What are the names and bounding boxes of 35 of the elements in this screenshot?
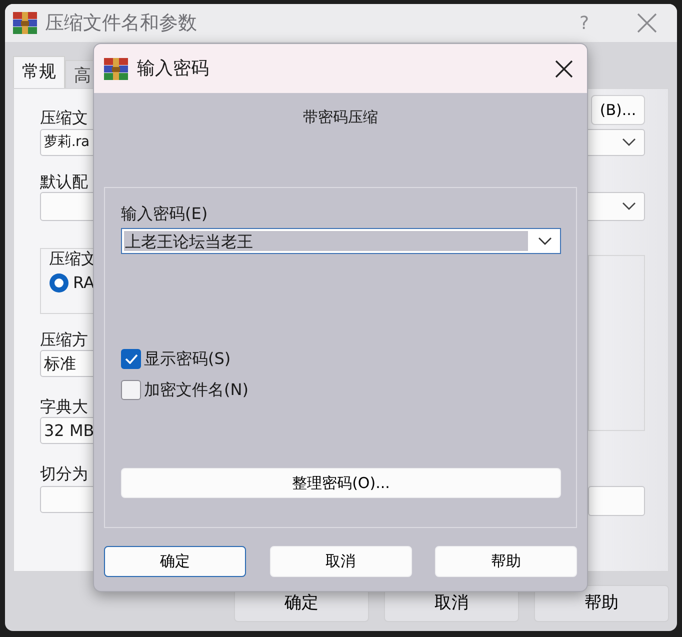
password-text: 上老王论坛当老王 — [124, 231, 528, 251]
password-combo[interactable]: 上老王论坛当老王 — [121, 228, 561, 254]
dialog-title: 输入密码 — [137, 57, 209, 81]
field-label: 字典大 — [40, 397, 88, 417]
chevron-icon — [538, 236, 552, 246]
radio-button[interactable] — [49, 273, 69, 293]
check-icon — [124, 354, 138, 364]
checkbox[interactable] — [121, 349, 141, 369]
dialog-button[interactable]: 帮助 — [435, 546, 577, 577]
combo-value: 标准 — [44, 352, 76, 374]
archive-icon — [13, 12, 37, 34]
input-field[interactable] — [588, 486, 645, 516]
radio-label: RA — [73, 273, 94, 293]
checkbox[interactable] — [121, 380, 141, 400]
field-label: 切分为 — [40, 464, 88, 484]
organize-button[interactable]: 整理密码(O)... — [121, 468, 561, 498]
chevron-icon — [622, 202, 636, 211]
combo-value: 32 MB — [44, 420, 94, 442]
field-label: 输入密码(E) — [121, 204, 208, 224]
field-label: 默认配 — [40, 172, 88, 192]
dialog-button[interactable]: 取消 — [270, 546, 412, 577]
browse-button[interactable]: (B)... — [591, 95, 645, 125]
tab[interactable]: 常规 — [13, 56, 65, 88]
dialog-subtitle: 带密码压缩 — [302, 107, 379, 128]
checkbox-label: 加密文件名(N) — [144, 380, 248, 400]
dialog-button[interactable]: 帮助 — [534, 585, 669, 622]
checkbox-label: 显示密码(S) — [144, 349, 231, 369]
combo-value: 萝莉.ra — [44, 133, 90, 152]
close-icon[interactable] — [555, 60, 573, 78]
field-label: 压缩文 — [40, 108, 88, 128]
archive-icon — [104, 58, 128, 80]
window-title: 压缩文件名和参数 — [45, 10, 197, 36]
field-label: 压缩方 — [40, 330, 88, 350]
dialog-button[interactable]: 确定 — [104, 546, 246, 577]
chevron-icon — [622, 138, 636, 147]
